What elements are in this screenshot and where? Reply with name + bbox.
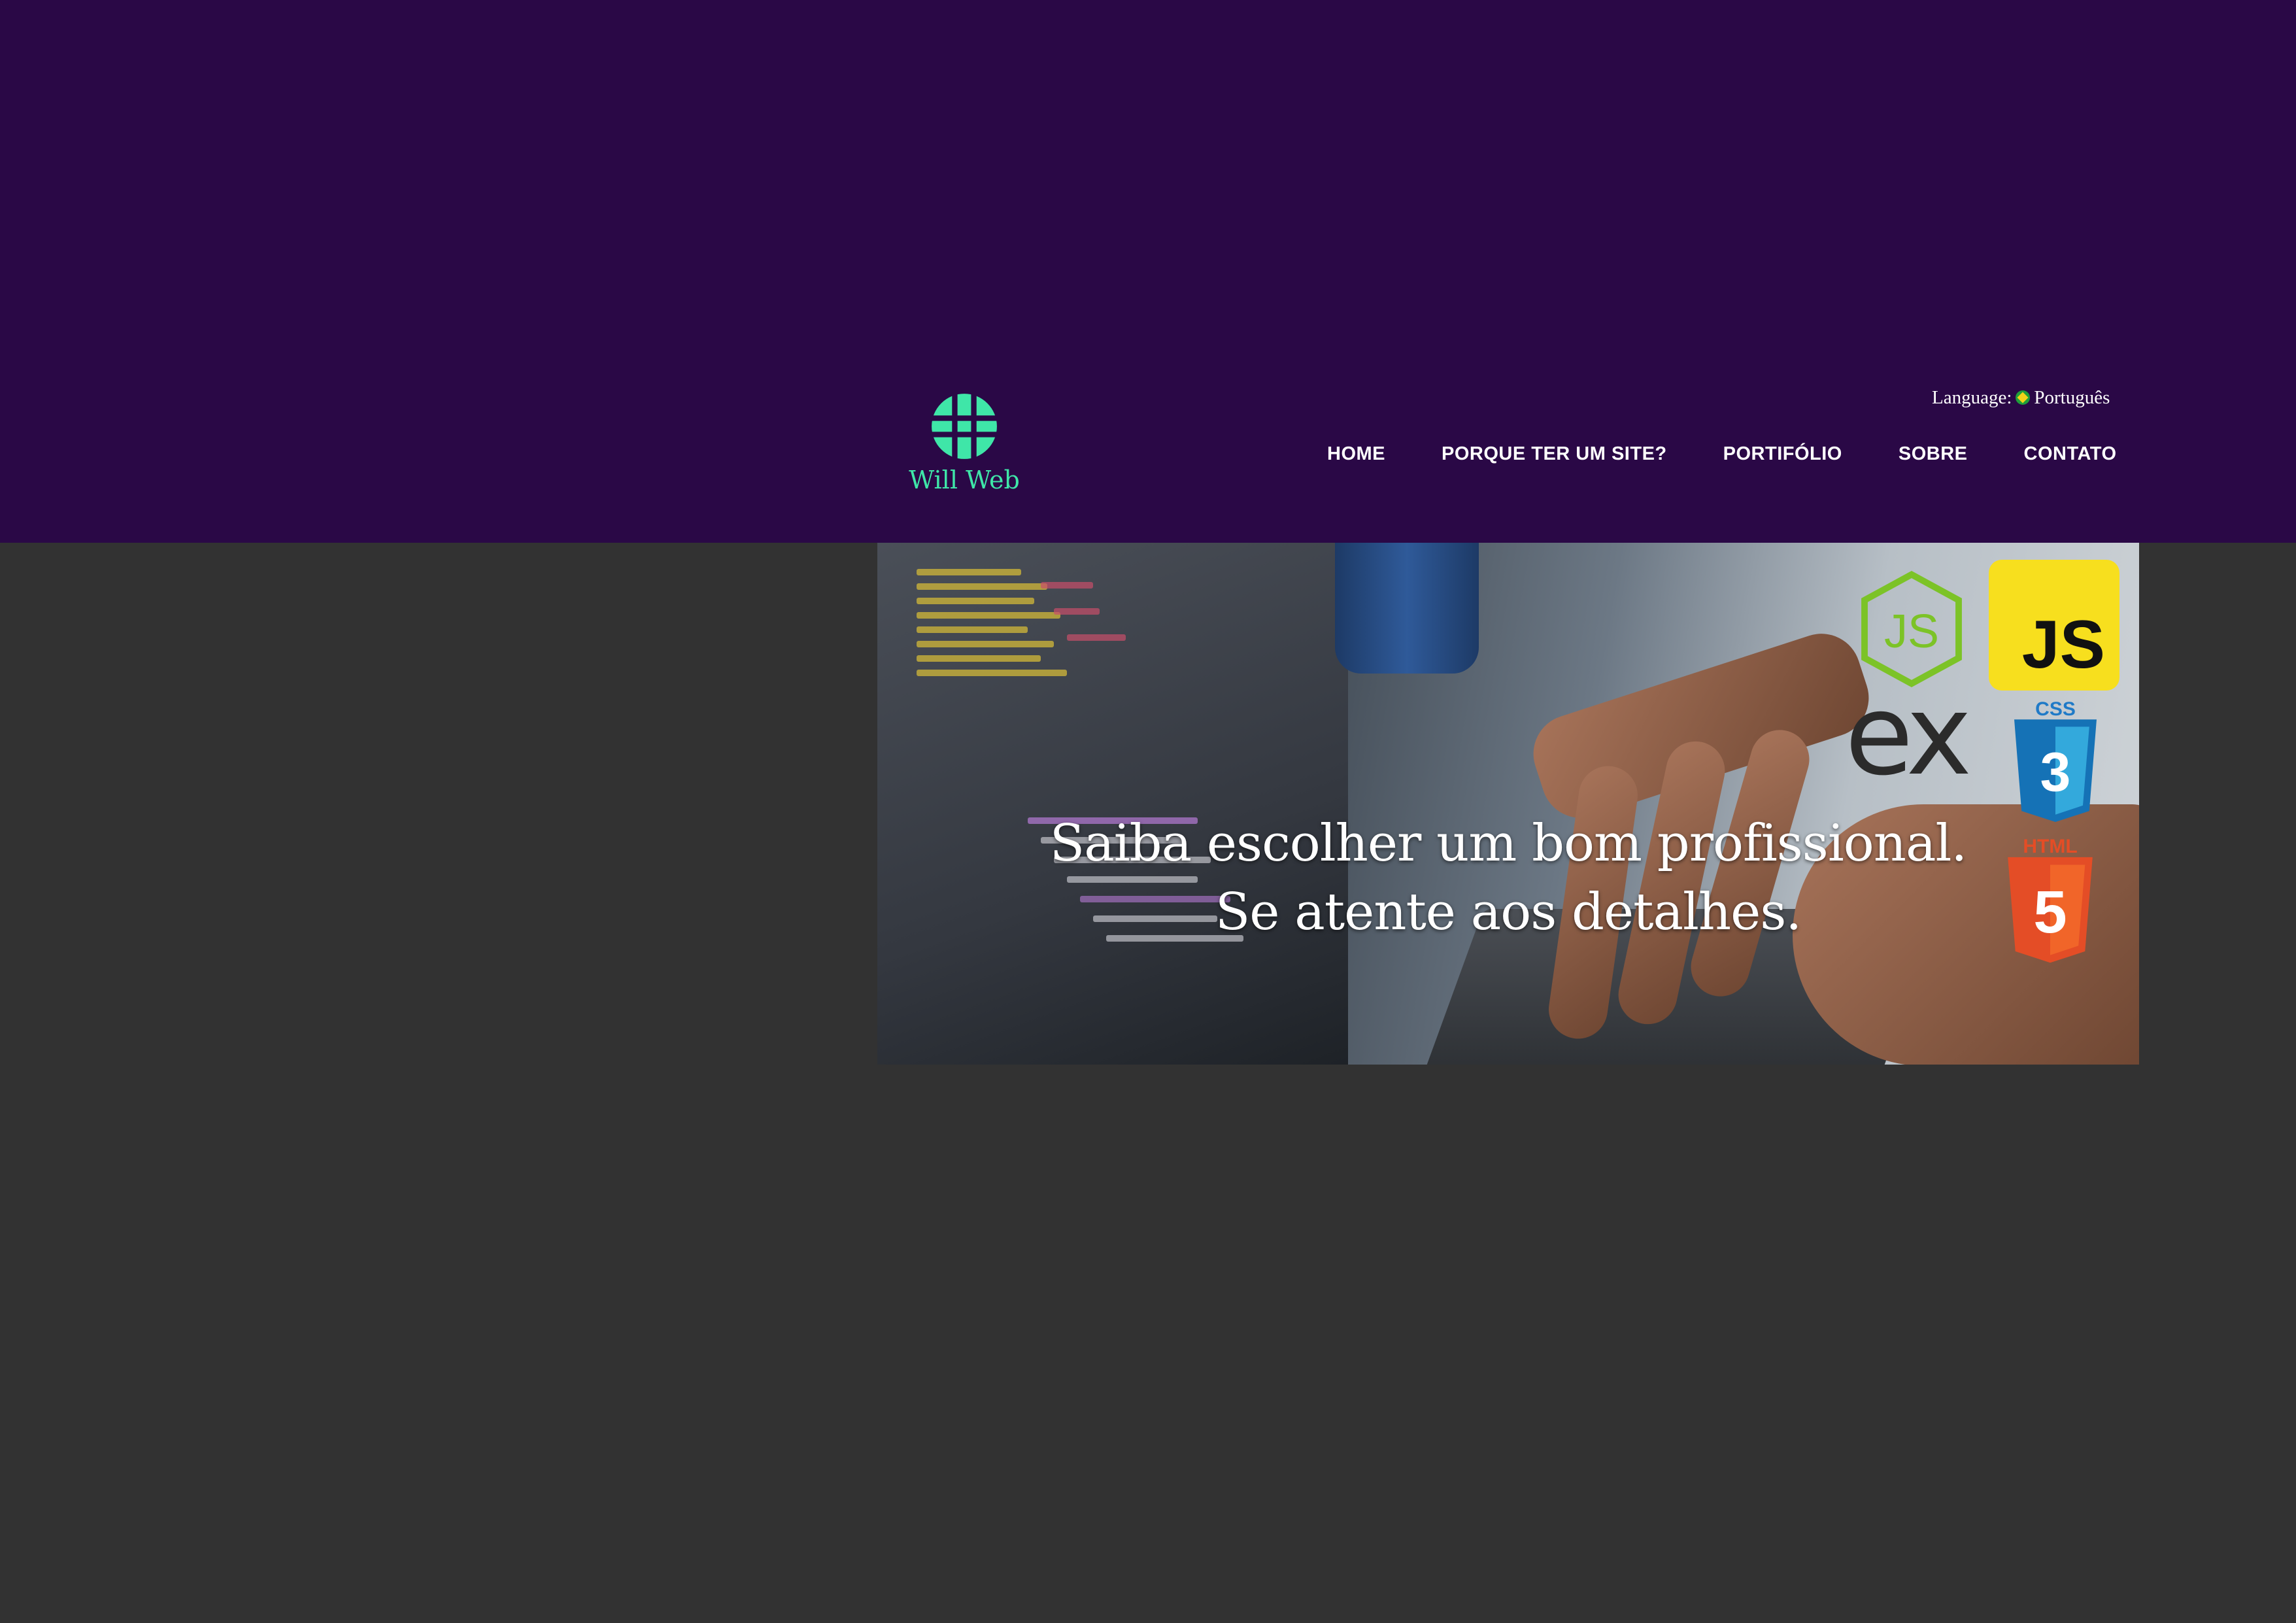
- brand-name: Will Web: [909, 466, 1020, 494]
- svg-text:JS: JS: [1884, 606, 1939, 658]
- brazil-flag-icon: [2016, 390, 2031, 405]
- hero-headline: Saiba escolher um bom profissional.: [1049, 814, 1967, 873]
- nav-home[interactable]: HOME: [1327, 443, 1385, 465]
- nodejs-icon: JS: [1861, 570, 1962, 688]
- main-nav: HOME PORQUE TER UM SITE? PORTIFÓLIO SOBR…: [1327, 439, 2117, 468]
- language-value: Português: [2034, 386, 2110, 408]
- mug-image: [1335, 543, 1479, 674]
- hero-banner: Saiba escolher um bom profissional. Se a…: [877, 543, 2139, 1065]
- css3-icon: CSS 3: [2010, 700, 2101, 824]
- brand-logo[interactable]: Will Web: [909, 392, 1020, 517]
- globe-icon: [930, 392, 998, 460]
- nav-sobre[interactable]: SOBRE: [1899, 443, 1968, 465]
- html5-icon: HTML 5: [2003, 837, 2097, 968]
- express-icon: ex: [1845, 671, 1972, 800]
- laptop-screen-image: [877, 543, 1348, 1065]
- nav-portifolio[interactable]: PORTIFÓLIO: [1723, 443, 1842, 465]
- language-label: Language:: [1932, 386, 2012, 408]
- language-selector[interactable]: Language: Português: [1932, 384, 2110, 411]
- svg-text:5: 5: [2033, 878, 2067, 946]
- site-header: Will Web Language: Português HOME PORQUE…: [0, 0, 2296, 543]
- javascript-icon: JS: [1989, 560, 2119, 691]
- nav-contato[interactable]: CONTATO: [2024, 443, 2117, 465]
- nav-porque-ter-um-site[interactable]: PORQUE TER UM SITE?: [1442, 443, 1667, 465]
- svg-text:3: 3: [2040, 741, 2071, 802]
- hero-subheadline: Se atente aos detalhes.: [1215, 883, 1802, 942]
